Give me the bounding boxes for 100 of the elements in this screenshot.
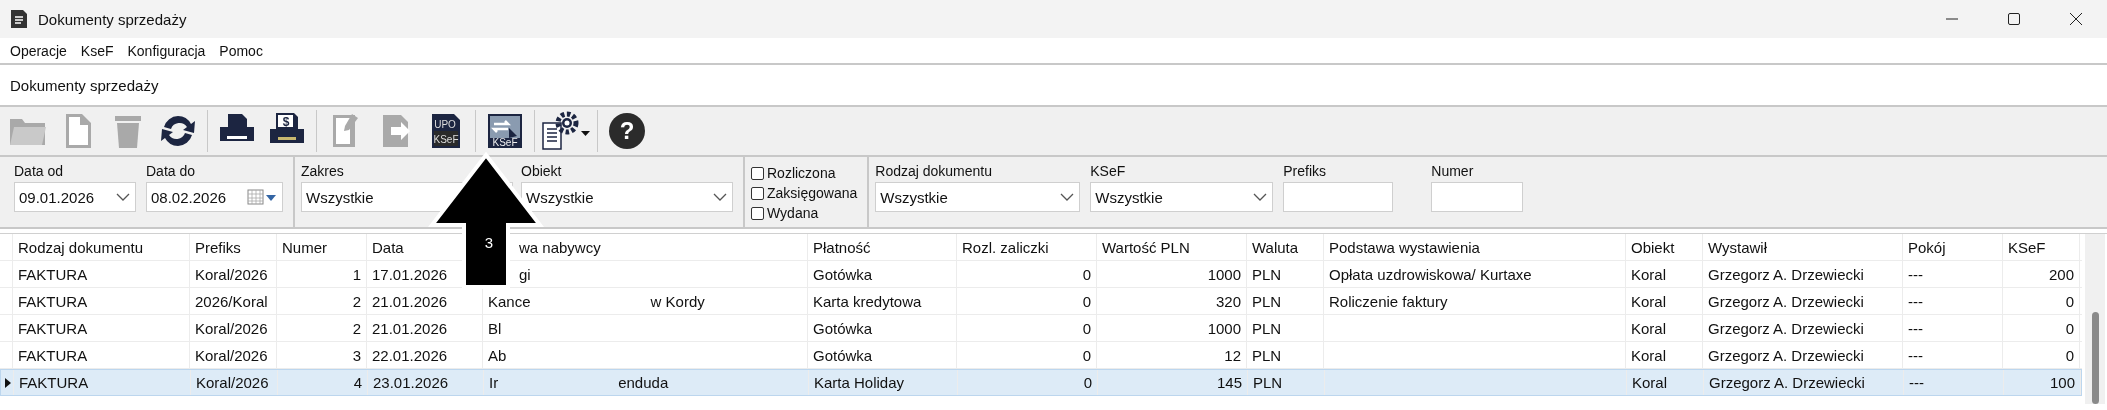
field-label: KSeF (1090, 163, 1127, 179)
table-cell: Koral (1632, 374, 1668, 391)
table-cell: 21.01.2026 (372, 319, 448, 337)
table-cell: 0 (2065, 319, 2074, 337)
table-cell: 320 (1215, 292, 1241, 310)
dropdown[interactable]: Wszystkie (521, 182, 733, 212)
help-icon[interactable]: ? (607, 111, 647, 151)
checkbox-box[interactable] (751, 186, 764, 200)
checkbox[interactable]: Zaksięgowana (751, 183, 858, 203)
menu-item[interactable]: Pomoc (212, 42, 270, 59)
input-field[interactable] (1431, 182, 1524, 212)
column-header[interactable]: Rodzaj dokumentu (18, 238, 144, 256)
dropdown[interactable]: Wszystkie (875, 182, 1081, 212)
table-cell: Koral/2026 (195, 265, 268, 283)
menu-item[interactable]: Konfiguracja (120, 42, 213, 59)
chevron-down-icon[interactable] (1253, 192, 1268, 202)
column-header[interactable]: Numer (282, 238, 327, 256)
table-cell: Koral (1631, 265, 1667, 283)
column-header[interactable]: Płatność (813, 238, 871, 256)
table-cell: --- (1909, 374, 1924, 391)
column-header[interactable]: Waluta (1252, 238, 1299, 256)
ksef-send-icon[interactable]: KSeF (485, 111, 525, 151)
table-cell: --- (1908, 319, 1923, 337)
table-cell: 2 (352, 292, 361, 310)
table-cell: Karta Holiday (814, 374, 905, 391)
table-cell: --- (1908, 292, 1923, 310)
chevron-down-icon[interactable] (116, 192, 130, 202)
table-cell: Grzegorz A. Drzewiecki (1708, 346, 1864, 364)
menu-item[interactable]: Operacje (3, 42, 74, 59)
table-cell: Kance (488, 292, 531, 310)
table-cell: Koral/2026 (195, 346, 268, 364)
table-cell: 145 (1216, 374, 1242, 391)
table-cell: 100 (2049, 374, 2075, 391)
table-cell: 0 (1082, 265, 1091, 283)
table-cell: 1000 (1207, 265, 1241, 283)
scrollbar[interactable] (2085, 234, 2105, 404)
checkbox[interactable]: Wydana (751, 203, 858, 223)
table-cell: FAKTURA (18, 292, 88, 310)
table-cell: 0 (1082, 319, 1091, 337)
checkbox-box[interactable] (751, 206, 764, 220)
calendar-icon[interactable] (247, 188, 277, 206)
row-pointer-icon (3, 377, 11, 388)
table-cell: 17.01.2026 (372, 265, 448, 283)
field-label: Data od (14, 163, 65, 179)
checkbox[interactable]: Rozliczona (751, 163, 858, 183)
table-cell: FAKTURA (18, 265, 88, 283)
field-label: Prefiks (1283, 163, 1328, 179)
table-cell: 0 (1082, 292, 1091, 310)
input-field[interactable] (1283, 182, 1394, 212)
section-title: Dokumenty sprzedaży (10, 76, 159, 94)
table-cell: 21.01.2026 (372, 292, 448, 310)
column-header[interactable]: Wystawił (1708, 238, 1768, 256)
table-cell: w Kordy (650, 292, 705, 310)
column-header[interactable]: Podstawa wystawienia (1329, 238, 1480, 256)
table-cell: Ab (488, 346, 507, 364)
table-cell: enduda (618, 374, 669, 391)
table-cell: Grzegorz A. Drzewiecki (1708, 319, 1864, 337)
column-header[interactable]: Wartość PLN (1102, 238, 1190, 256)
column-header[interactable]: wa nabywcy (519, 238, 601, 256)
table-cell: Gotówka (813, 319, 873, 337)
chevron-down-icon[interactable] (713, 192, 727, 202)
date-field[interactable]: 09.01.2026 (14, 182, 136, 212)
maximize-icon[interactable] (2007, 12, 2021, 26)
table-row[interactable]: FAKTURA Koral/2026 4 23.01.2026 Ir enduda Karta Holiday 0 145 PLN Koral Grzegorz A. Drzewiecki --- 100 (0, 369, 2082, 396)
table-cell: FAKTURA (19, 374, 89, 391)
field-label: Rodzaj dokumentu (875, 163, 994, 179)
document-gear-icon[interactable] (540, 111, 592, 151)
checkbox-box[interactable] (751, 166, 764, 180)
column-header[interactable]: Data (372, 238, 404, 256)
table-cell: Grzegorz A. Drzewiecki (1708, 265, 1864, 283)
window-title: Dokumenty sprzedaży (38, 10, 187, 28)
table-cell: Opłata uzdrowiskowa/ Kurtaxe (1329, 265, 1532, 283)
dropdown[interactable]: Wszystkie (1090, 182, 1274, 212)
table-row[interactable]: FAKTURA 2026/Koral 2 21.01.2026 Kance w Kordy Karta kredytowa 0 320 PLN Roliczenie faktury Koral Grzegorz A. Drzewiecki --- 0 (0, 288, 2082, 315)
table-cell: PLN (1252, 346, 1282, 364)
table-cell: Grzegorz A. Drzewiecki (1708, 292, 1864, 310)
table-cell: 0 (1082, 346, 1091, 364)
table-cell: gi (519, 265, 531, 283)
table-cell: 1 (352, 265, 361, 283)
field-label: Zakres (301, 163, 345, 179)
table-cell: 4 (353, 374, 362, 391)
table-cell: PLN (1253, 374, 1283, 391)
date-field[interactable]: 08.02.2026 (146, 182, 283, 212)
table-cell: 22.01.2026 (372, 346, 448, 364)
table-cell: 0 (1083, 374, 1092, 391)
field-label: Obiekt (521, 163, 563, 179)
column-header[interactable]: Pokój (1908, 238, 1946, 256)
chevron-down-icon[interactable] (1060, 192, 1075, 202)
table-cell: 200 (2048, 265, 2074, 283)
menu-item[interactable]: KseF (73, 42, 121, 59)
column-header[interactable]: KSeF (2008, 238, 2046, 256)
table-row[interactable]: FAKTURA Koral/2026 2 21.01.2026 Bl Gotówka 0 1000 PLN Koral Grzegorz A. Drzewiecki --- 0 (0, 315, 2082, 342)
close-icon[interactable] (2069, 12, 2083, 26)
table-cell: Koral/2026 (195, 319, 268, 337)
column-header[interactable]: Obiekt (1631, 238, 1675, 256)
table-cell: 3 (352, 346, 361, 364)
table-cell: PLN (1252, 292, 1282, 310)
column-header[interactable]: Prefiks (195, 238, 241, 256)
column-header[interactable]: Rozl. zaliczki (962, 238, 1049, 256)
table-cell: Karta kredytowa (813, 292, 922, 310)
